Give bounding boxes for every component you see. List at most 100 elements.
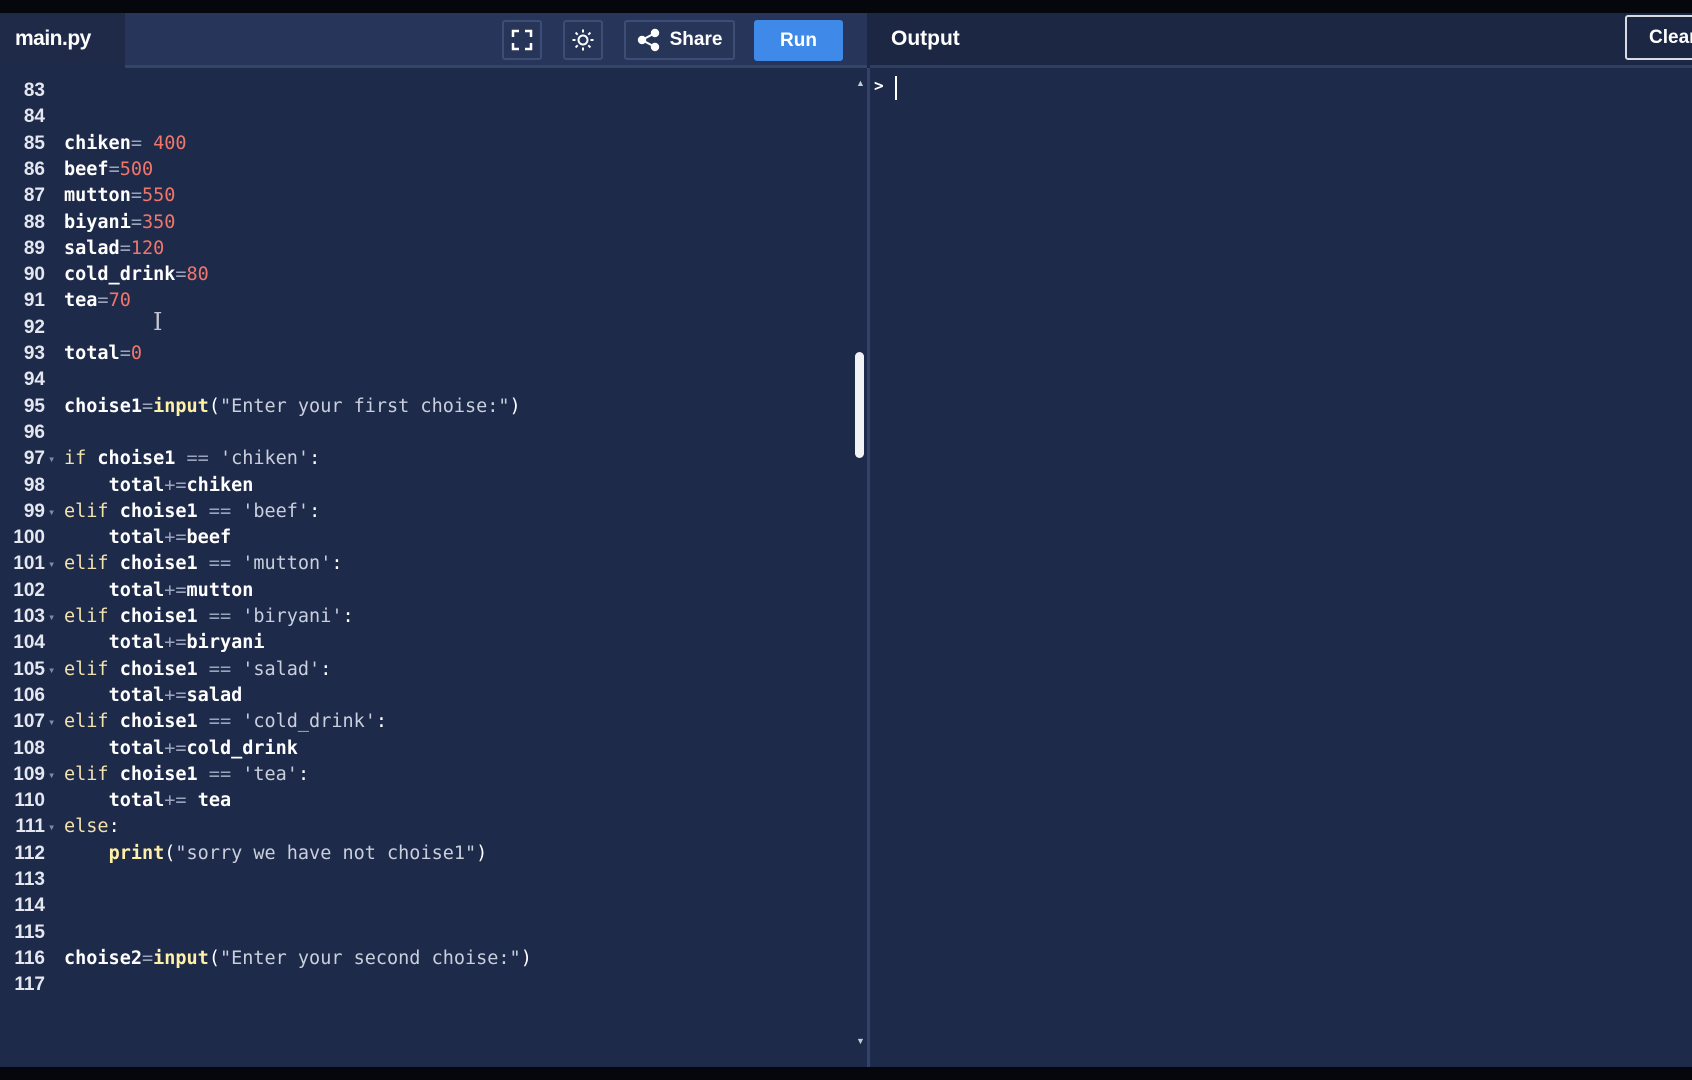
- file-tab[interactable]: main.py: [0, 13, 125, 68]
- line-number: 115: [14, 921, 45, 943]
- code-token: :: [108, 816, 120, 838]
- line-number: 110: [14, 790, 45, 812]
- code-line[interactable]: 99 ▾ elif choise1 == 'beef':: [0, 498, 850, 526]
- code-line[interactable]: 92: [0, 314, 850, 342]
- code-line[interactable]: 108 total+=cold_drink: [0, 735, 850, 763]
- code-line[interactable]: 109 ▾ elif choise1 == 'tea':: [0, 761, 850, 789]
- line-number: 103: [13, 606, 45, 627]
- code-token: total: [108, 527, 165, 549]
- code-line[interactable]: 101 ▾ elif choise1 == 'mutton':: [0, 550, 850, 578]
- code-line[interactable]: 114: [0, 892, 850, 920]
- console-prompt: >: [874, 76, 884, 95]
- fold-toggle-icon[interactable]: ▾: [48, 550, 55, 578]
- console-caret: [895, 76, 897, 100]
- code-token: elif: [64, 658, 120, 680]
- fold-toggle-icon[interactable]: ▾: [48, 761, 55, 789]
- code-token: cold_drink: [64, 264, 176, 286]
- fold-toggle-icon[interactable]: ▾: [48, 656, 55, 684]
- code-token: :: [320, 658, 332, 680]
- code-line[interactable]: 112 print("sorry we have not choise1"): [0, 840, 850, 868]
- code-line[interactable]: 117: [0, 971, 850, 999]
- code-line[interactable]: 103 ▾ elif choise1 == 'biryani':: [0, 603, 850, 631]
- output-title: Output: [891, 27, 960, 50]
- fold-toggle-icon[interactable]: ▾: [48, 813, 55, 841]
- code-token: total: [108, 579, 165, 601]
- code-line[interactable]: 93 total=0: [0, 340, 850, 368]
- run-button[interactable]: Run: [754, 20, 843, 61]
- output-header: Output Clear: [870, 13, 1692, 68]
- code-token: ): [476, 842, 488, 864]
- code-line[interactable]: 115: [0, 919, 850, 947]
- line-source: total+=mutton: [64, 577, 254, 605]
- code-line[interactable]: 107 ▾ elif choise1 == 'cold_drink':: [0, 708, 850, 736]
- fold-toggle-icon[interactable]: ▾: [48, 498, 55, 526]
- code-token: +=: [164, 474, 187, 496]
- code-editor[interactable]: 83 84 85 chiken= 400 86 beef=500 87 mutton=550 8…: [0, 68, 867, 1067]
- scroll-up-arrow-icon[interactable]: ▲: [856, 78, 865, 88]
- line-source: mutton=550: [64, 182, 175, 210]
- code-line[interactable]: 104 total+=biryani: [0, 629, 850, 657]
- line-number: 96: [23, 421, 45, 443]
- code-token: +=: [164, 527, 187, 549]
- code-token: :: [309, 448, 321, 470]
- line-number: 89: [23, 237, 45, 259]
- code-line[interactable]: 97 ▾ if choise1 == 'chiken':: [0, 445, 850, 473]
- code-token: choise1: [119, 553, 198, 575]
- code-line[interactable]: 83: [0, 77, 850, 105]
- code-line[interactable]: 94: [0, 366, 850, 394]
- code-line[interactable]: 113: [0, 866, 850, 894]
- code-token: =: [130, 211, 142, 233]
- fold-toggle-icon[interactable]: ▾: [48, 445, 55, 473]
- code-line[interactable]: 106 total+=salad: [0, 682, 850, 710]
- code-token: 0: [130, 343, 142, 364]
- fullscreen-button[interactable]: [502, 20, 542, 60]
- code-token: ==: [175, 448, 220, 470]
- clear-button[interactable]: Clear: [1625, 15, 1692, 60]
- code-line[interactable]: 110 total+= tea: [0, 787, 850, 815]
- online-python-editor: main.py Share Run Output Clear 83 84 85 …: [0, 13, 1692, 1067]
- output-console[interactable]: >: [870, 68, 1692, 1067]
- code-line[interactable]: 98 total+=chiken: [0, 472, 850, 500]
- scroll-down-arrow-icon[interactable]: ▼: [856, 1036, 865, 1046]
- line-number: 98: [23, 474, 45, 496]
- line-source: if choise1 == 'chiken':: [64, 445, 320, 473]
- code-line[interactable]: 100 total+=beef: [0, 524, 850, 552]
- code-line[interactable]: 84: [0, 103, 850, 131]
- code-token: 550: [141, 185, 176, 207]
- editor-scrollbar-thumb[interactable]: [855, 352, 864, 458]
- code-token: elif: [64, 553, 120, 575]
- code-line[interactable]: 86 beef=500: [0, 156, 850, 184]
- code-token: ==: [197, 711, 243, 733]
- code-line[interactable]: 90 cold_drink=80: [0, 261, 850, 289]
- code-line[interactable]: 105 ▾ elif choise1 == 'salad':: [0, 656, 850, 684]
- line-source: total+=cold_drink: [64, 735, 298, 763]
- code-line[interactable]: 85 chiken= 400: [0, 130, 850, 158]
- code-token: +=: [164, 579, 187, 601]
- code-line[interactable]: 87 mutton=550: [0, 182, 850, 210]
- code-line[interactable]: 116 choise2=input("Enter your second choi…: [0, 945, 850, 973]
- fold-toggle-icon[interactable]: ▾: [48, 603, 55, 631]
- line-number: 83: [23, 80, 45, 101]
- code-line[interactable]: 88 biyani=350: [0, 209, 850, 237]
- code-line[interactable]: 95 choise1=input("Enter your first choise…: [0, 393, 850, 421]
- line-number: 111: [15, 816, 45, 838]
- code-token: elif: [64, 500, 120, 522]
- code-line[interactable]: 96: [0, 419, 850, 447]
- line-number: 87: [23, 185, 45, 207]
- code-line[interactable]: 89 salad=120: [0, 235, 850, 263]
- line-number: 100: [13, 527, 45, 549]
- code-token: total: [108, 790, 165, 812]
- code-token: +=: [164, 632, 187, 654]
- sun-icon: [572, 29, 594, 51]
- code-line[interactable]: 91 tea=70: [0, 287, 850, 315]
- code-line[interactable]: 102 total+=mutton: [0, 577, 850, 605]
- share-button[interactable]: Share: [624, 20, 735, 60]
- line-source: total+=biryani: [64, 629, 265, 657]
- code-token: 120: [130, 237, 165, 259]
- code-token: beef: [64, 158, 109, 180]
- code-line[interactable]: 111 ▾ else:: [0, 813, 850, 841]
- fold-toggle-icon[interactable]: ▾: [48, 708, 55, 736]
- code-token: ==: [197, 553, 243, 575]
- theme-toggle-button[interactable]: [563, 20, 603, 60]
